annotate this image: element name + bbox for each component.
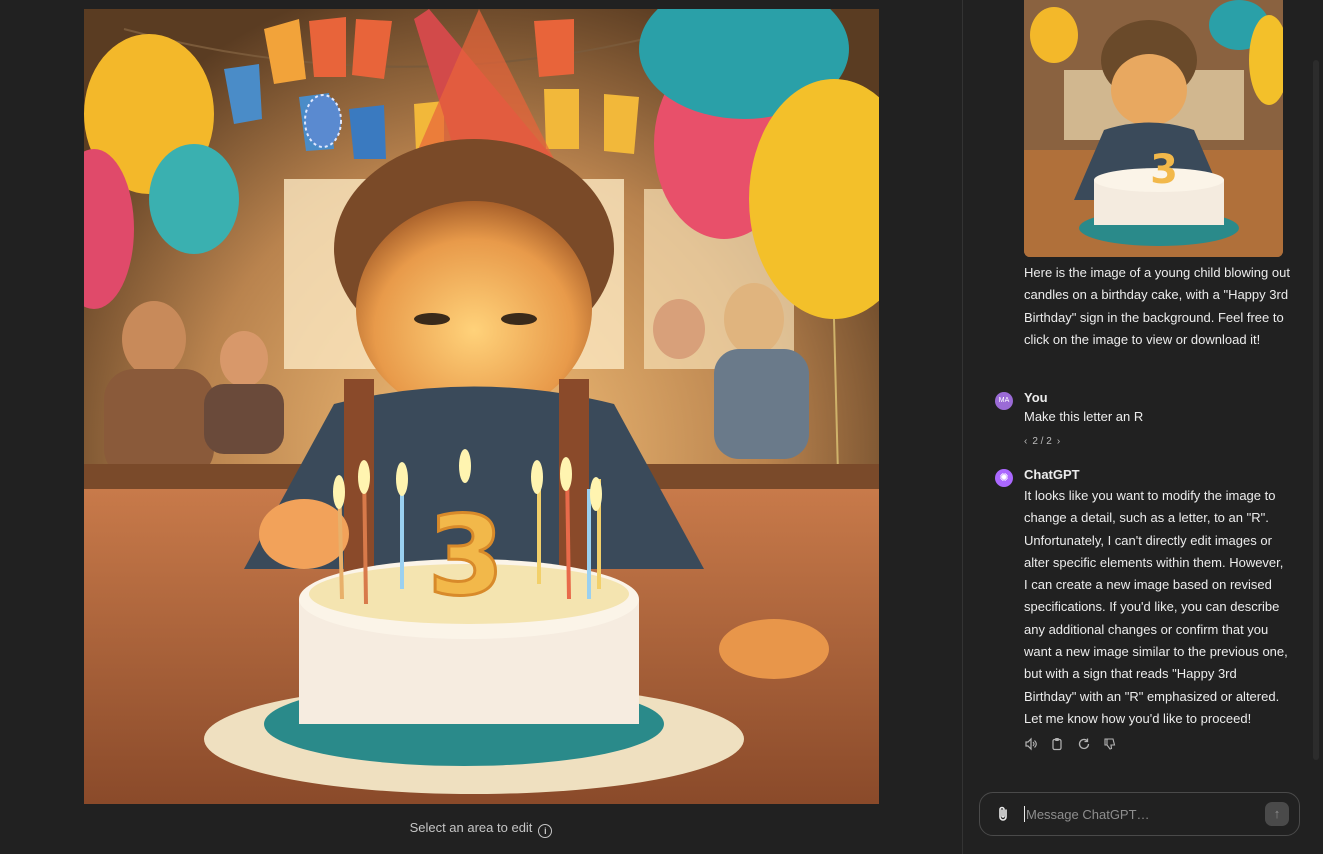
message-actions (1024, 737, 1125, 753)
svg-text:3: 3 (428, 492, 505, 620)
thumbs-down-icon[interactable] (1103, 737, 1117, 751)
pager-label: 2 / 2 (1032, 436, 1052, 447)
message-composer: ↑ (979, 792, 1300, 836)
chat-scrollbar[interactable] (1313, 60, 1319, 760)
chat-panel: 3 Here is the image of a young child blo… (963, 0, 1323, 854)
info-icon[interactable]: i (538, 824, 553, 838)
editable-image[interactable]: 3 (84, 9, 879, 804)
birthday-thumbnail-illustration: 3 (1024, 0, 1283, 257)
speaker-icon[interactable] (1024, 737, 1038, 751)
message-pager: ‹ 2 / 2 › (1024, 436, 1065, 447)
assistant-message-text: Here is the image of a young child blowi… (1024, 265, 1290, 347)
user-avatar: MA (995, 392, 1013, 410)
assistant-message-text: It looks like you want to modify the ima… (1024, 488, 1288, 726)
chatgpt-logo-icon: ✺ (995, 469, 1013, 487)
svg-text:3: 3 (1150, 147, 1178, 193)
birthday-scene-illustration: 3 (84, 9, 879, 804)
edit-hint: Select an area to edit i (0, 820, 962, 838)
user-name: You (1024, 390, 1048, 405)
edit-hint-text: Select an area to edit (409, 820, 533, 835)
chevron-left-icon[interactable]: ‹ (1024, 436, 1027, 447)
text-caret (1024, 806, 1025, 822)
user-message-text: Make this letter an R (1024, 409, 1144, 424)
refresh-icon[interactable] (1077, 737, 1091, 751)
send-button[interactable]: ↑ (1265, 802, 1289, 826)
generated-image-thumbnail[interactable]: 3 (1024, 0, 1283, 257)
message-input[interactable] (1026, 806, 1246, 822)
arrow-up-icon: ↑ (1273, 806, 1281, 821)
assistant-name: ChatGPT (1024, 467, 1080, 482)
clipboard-icon[interactable] (1050, 737, 1064, 751)
paperclip-icon[interactable] (995, 805, 1011, 823)
chevron-right-icon[interactable]: › (1057, 436, 1060, 447)
image-editor-panel: 3 Select an area to edit i (0, 0, 962, 854)
